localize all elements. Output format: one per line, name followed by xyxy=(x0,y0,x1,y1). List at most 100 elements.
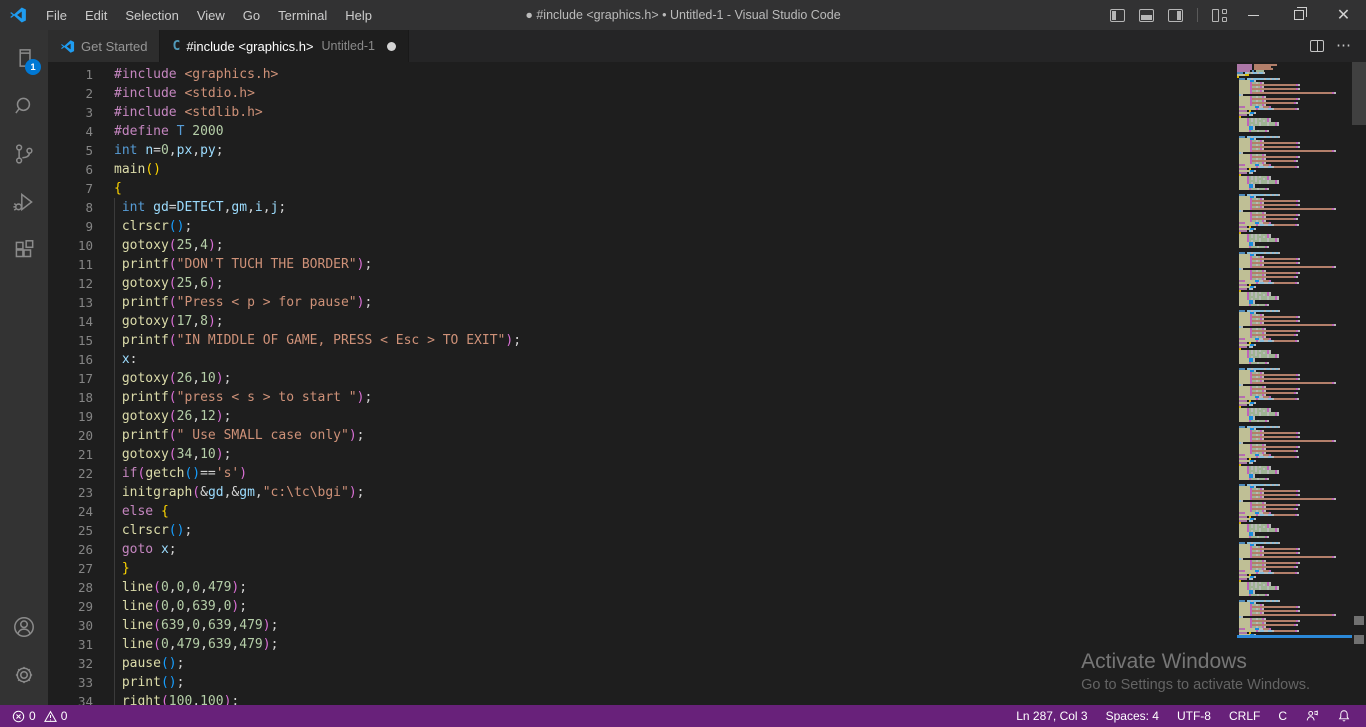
code-line[interactable]: 20 printf(" Use SMALL case only"); xyxy=(48,426,1226,445)
code-line[interactable]: 14 gotoxy(17,8); xyxy=(48,312,1226,331)
code-line[interactable]: 28 line(0,0,0,479); xyxy=(48,578,1226,597)
code-text: gotoxy(17,8); xyxy=(93,312,224,331)
code-line[interactable]: 21 gotoxy(34,10); xyxy=(48,445,1226,464)
statusbar-encoding[interactable]: UTF-8 xyxy=(1172,709,1216,723)
code-line[interactable]: 29 line(0,0,639,0); xyxy=(48,597,1226,616)
code-line[interactable]: 4#define T 2000 xyxy=(48,122,1226,141)
tab-get-started[interactable]: Get Started xyxy=(48,30,160,62)
customize-layout-icon[interactable] xyxy=(1212,9,1227,22)
code-pane[interactable]: 1#include <graphics.h>2#include <stdio.h… xyxy=(48,65,1226,705)
menu-selection[interactable]: Selection xyxy=(116,0,187,30)
activity-bar: 1 xyxy=(0,30,48,705)
close-button[interactable]: ✕ xyxy=(1321,0,1366,30)
line-number: 30 xyxy=(48,616,93,635)
statusbar-eol-sequence[interactable]: CRLF xyxy=(1224,709,1265,723)
line-number: 11 xyxy=(48,255,93,274)
code-line[interactable]: 27 } xyxy=(48,559,1226,578)
code-text: line(0,0,0,479); xyxy=(93,578,247,597)
line-number: 9 xyxy=(48,217,93,236)
line-number: 4 xyxy=(48,122,93,141)
code-text: line(0,479,639,479); xyxy=(93,635,278,654)
code-line[interactable]: 3#include <stdlib.h> xyxy=(48,103,1226,122)
status-bar: 0 0 Ln 287, Col 3 Spaces: 4 UTF-8 CRLF C xyxy=(0,705,1366,727)
code-line[interactable]: 25 clrscr(); xyxy=(48,521,1226,540)
code-text: #include <stdio.h> xyxy=(93,84,255,103)
tab-label: Get Started xyxy=(81,39,147,54)
restore-button[interactable] xyxy=(1276,0,1321,30)
search-icon[interactable] xyxy=(0,82,48,130)
line-number: 12 xyxy=(48,274,93,293)
minimap[interactable] xyxy=(1237,64,1352,635)
code-line[interactable]: 2#include <stdio.h> xyxy=(48,84,1226,103)
code-line[interactable]: 16 x: xyxy=(48,350,1226,369)
run-debug-icon[interactable] xyxy=(0,178,48,226)
code-line[interactable]: 5int n=0,px,py; xyxy=(48,141,1226,160)
editor-scrollbar[interactable] xyxy=(1352,62,1366,125)
code-line[interactable]: 24 else { xyxy=(48,502,1226,521)
code-line[interactable]: 18 printf("press < s > to start "); xyxy=(48,388,1226,407)
statusbar-language-mode[interactable]: C xyxy=(1273,709,1292,723)
menu-edit[interactable]: Edit xyxy=(76,0,116,30)
statusbar-cursor-position[interactable]: Ln 287, Col 3 xyxy=(1011,709,1092,723)
code-line[interactable]: 6main() xyxy=(48,160,1226,179)
settings-gear-icon[interactable] xyxy=(0,651,48,699)
line-number: 32 xyxy=(48,654,93,673)
line-number: 18 xyxy=(48,388,93,407)
code-text: gotoxy(26,12); xyxy=(93,407,231,426)
line-number: 1 xyxy=(48,65,93,84)
code-text: clrscr(); xyxy=(93,217,192,236)
code-line[interactable]: 17 gotoxy(26,10); xyxy=(48,369,1226,388)
code-line[interactable]: 31 line(0,479,639,479); xyxy=(48,635,1226,654)
code-line[interactable]: 15 printf("IN MIDDLE OF GAME, PRESS < Es… xyxy=(48,331,1226,350)
line-number: 25 xyxy=(48,521,93,540)
feedback-icon[interactable] xyxy=(1300,709,1324,723)
split-editor-icon[interactable] xyxy=(1310,40,1324,52)
code-line[interactable]: 34 right(100,100); xyxy=(48,692,1226,705)
notifications-bell-icon[interactable] xyxy=(1332,709,1356,723)
minimize-button[interactable] xyxy=(1231,0,1276,30)
code-line[interactable]: 10 gotoxy(25,4); xyxy=(48,236,1226,255)
code-line[interactable]: 32 pause(); xyxy=(48,654,1226,673)
code-line[interactable]: 33 print(); xyxy=(48,673,1226,692)
menu-help[interactable]: Help xyxy=(336,0,381,30)
menu-terminal[interactable]: Terminal xyxy=(269,0,336,30)
line-number: 34 xyxy=(48,692,93,705)
code-line[interactable]: 23 initgraph(&gd,&gm,"c:\tc\bgi"); xyxy=(48,483,1226,502)
accounts-icon[interactable] xyxy=(0,603,48,651)
code-line[interactable]: 7{ xyxy=(48,179,1226,198)
tab-label: #include <graphics.h> xyxy=(186,39,313,54)
toggle-panel-icon[interactable] xyxy=(1139,9,1154,22)
code-line[interactable]: 13 printf("Press < p > for pause"); xyxy=(48,293,1226,312)
extensions-icon[interactable] xyxy=(0,226,48,274)
toggle-sidebar-icon[interactable] xyxy=(1110,9,1125,22)
code-line[interactable]: 30 line(639,0,639,479); xyxy=(48,616,1226,635)
minimap-cursor-line xyxy=(1237,635,1352,638)
title-bar: FileEditSelectionViewGoTerminalHelp ● #i… xyxy=(0,0,1366,30)
code-line[interactable]: 9 clrscr(); xyxy=(48,217,1226,236)
code-line[interactable]: 11 printf("DON'T TUCH THE BORDER"); xyxy=(48,255,1226,274)
code-text: #define T 2000 xyxy=(93,122,224,141)
menu-view[interactable]: View xyxy=(188,0,234,30)
problems-indicator[interactable]: 0 0 xyxy=(8,709,71,723)
line-number: 14 xyxy=(48,312,93,331)
source-control-icon[interactable] xyxy=(0,130,48,178)
tab-dirty-indicator[interactable] xyxy=(387,42,396,51)
line-number: 33 xyxy=(48,673,93,692)
code-line[interactable]: 1#include <graphics.h> xyxy=(48,65,1226,84)
explorer-icon[interactable]: 1 xyxy=(0,34,48,82)
code-line[interactable]: 22 if(getch()=='s') xyxy=(48,464,1226,483)
statusbar-indentation[interactable]: Spaces: 4 xyxy=(1101,709,1164,723)
code-line[interactable]: 26 goto x; xyxy=(48,540,1226,559)
code-line[interactable]: 19 gotoxy(26,12); xyxy=(48,407,1226,426)
code-text: line(639,0,639,479); xyxy=(93,616,278,635)
menu-go[interactable]: Go xyxy=(234,0,269,30)
code-text: #include <stdlib.h> xyxy=(93,103,263,122)
code-editor[interactable]: 1#include <graphics.h>2#include <stdio.h… xyxy=(48,62,1366,705)
more-actions-icon[interactable]: ⋯ xyxy=(1336,41,1352,51)
code-line[interactable]: 12 gotoxy(25,6); xyxy=(48,274,1226,293)
menu-file[interactable]: File xyxy=(37,0,76,30)
line-number: 21 xyxy=(48,445,93,464)
toggle-secondary-sidebar-icon[interactable] xyxy=(1168,9,1183,22)
tab-untitled-1[interactable]: C #include <graphics.h> Untitled-1 xyxy=(160,30,409,62)
code-line[interactable]: 8 int gd=DETECT,gm,i,j; xyxy=(48,198,1226,217)
